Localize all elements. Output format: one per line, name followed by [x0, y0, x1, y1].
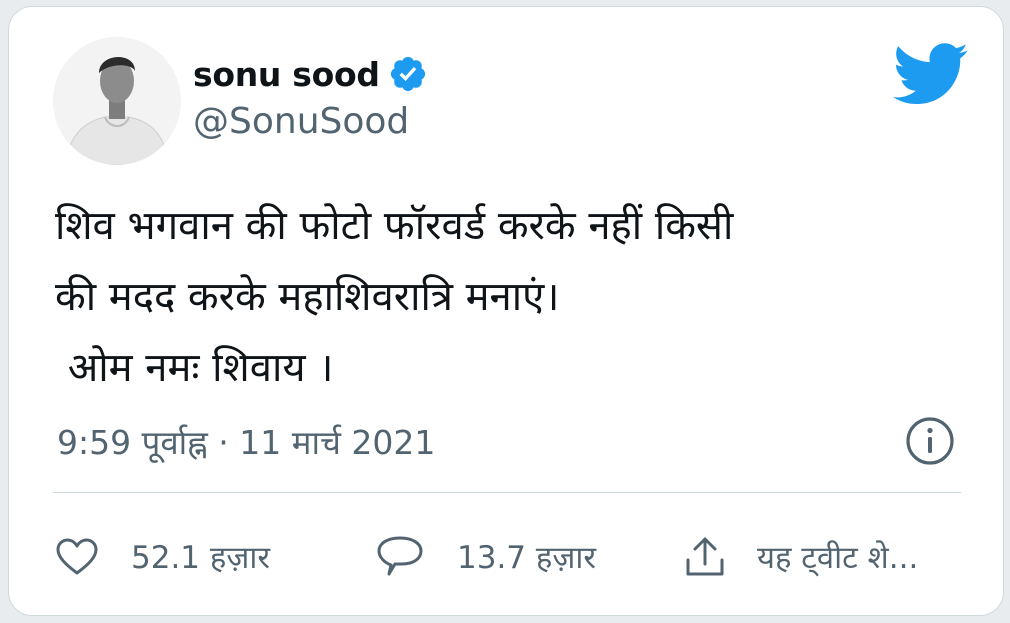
tweet-card[interactable]: sonu sood @SonuSood शिव भगवान की फोटो फॉ… — [8, 6, 1004, 616]
share-upload-icon — [686, 537, 724, 576]
tweet-text-line: शिव भगवान की फोटो फॉरवर्ड करके नहीं किसी — [55, 203, 734, 249]
like-button[interactable]: 52.1 हज़ार — [55, 529, 270, 585]
info-icon[interactable] — [905, 416, 955, 466]
tweet-text-line: ओम नमः शिवाय । — [55, 345, 334, 391]
tweet-text: शिव भगवान की फोटो फॉरवर्ड करके नहीं किसी… — [55, 191, 955, 404]
author-avatar[interactable] — [53, 37, 181, 165]
avatar-photo — [53, 37, 181, 165]
share-button[interactable]: यह ट्वीट शे... — [683, 529, 918, 585]
tweet-text-line: की मदद करके महाशिवरात्रि मनाएं। — [55, 274, 560, 320]
heart-icon — [56, 538, 98, 575]
verified-badge-icon — [390, 56, 425, 92]
reply-count: 13.7 हज़ार — [457, 540, 597, 576]
author-handle[interactable]: @SonuSood — [193, 101, 409, 142]
share-label: यह ट्वीट शे... — [757, 540, 919, 576]
author-display-name[interactable]: sonu sood — [193, 55, 380, 94]
tweet-timestamp[interactable]: 9:59 पूर्वाह्न · 11 मार्च 2021 — [57, 419, 435, 464]
reply-button[interactable]: 13.7 हज़ार — [375, 529, 596, 585]
twitter-bird-icon[interactable] — [893, 43, 969, 105]
like-count: 52.1 हज़ार — [131, 540, 271, 576]
author-name-row[interactable]: sonu sood — [193, 51, 428, 97]
reply-bubble-icon — [377, 536, 423, 576]
divider — [53, 492, 961, 493]
